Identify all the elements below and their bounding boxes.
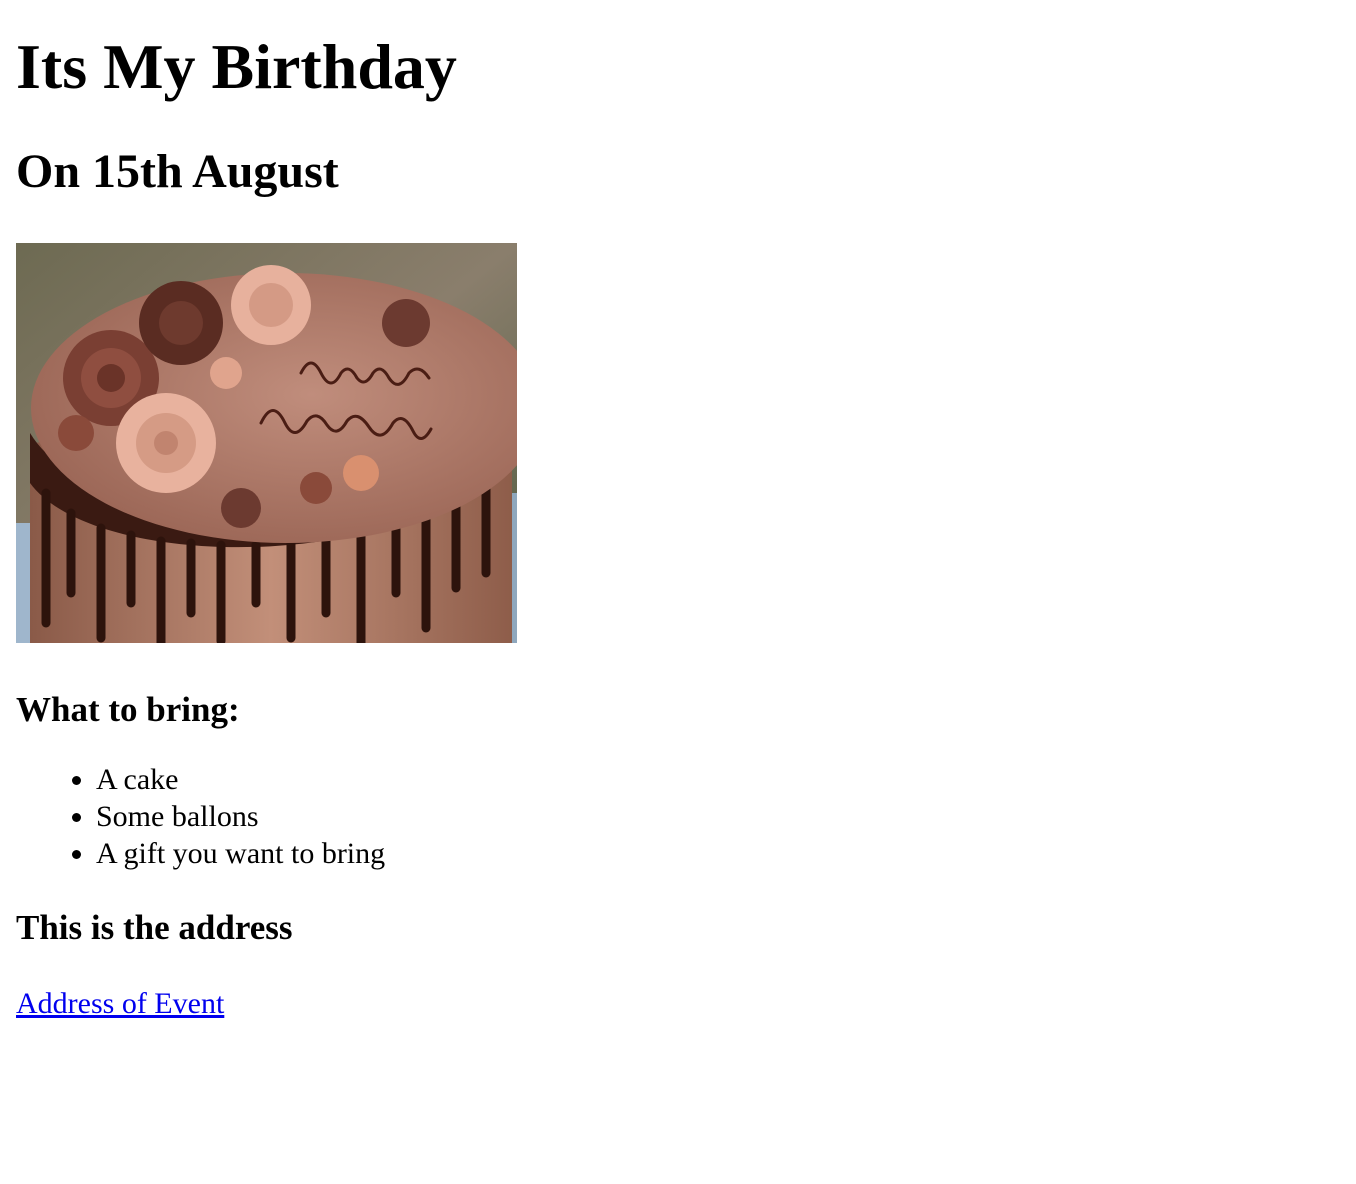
what-to-bring-heading: What to bring: <box>16 690 240 729</box>
birthday-cake-image <box>16 243 517 643</box>
page-content: Its My Birthday On 15th August What to b… <box>0 30 1356 1022</box>
address-link[interactable]: Address of Event <box>16 985 224 1022</box>
page-title: Its My Birthday <box>16 31 457 102</box>
list-item: Some ballons <box>96 798 1340 835</box>
list-item: A gift you want to bring <box>96 835 1340 872</box>
event-date-heading: On 15th August <box>16 145 339 198</box>
address-heading: This is the address <box>16 908 293 947</box>
list-item: A cake <box>96 761 1340 798</box>
bring-list: A cake Some ballons A gift you want to b… <box>16 761 1340 872</box>
